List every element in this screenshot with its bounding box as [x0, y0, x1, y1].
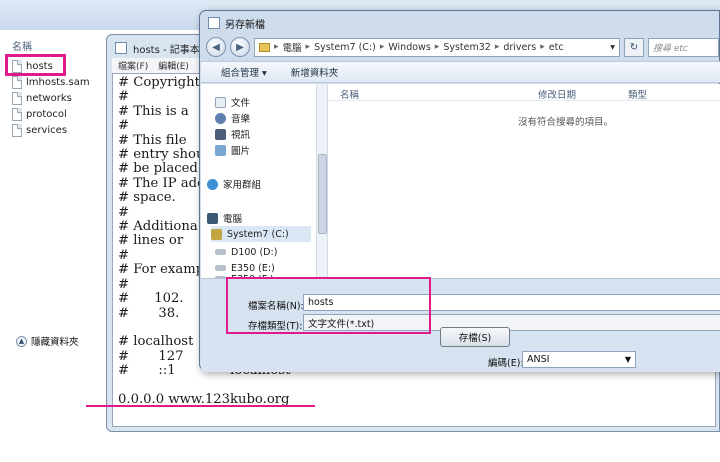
- file-icon: [12, 107, 22, 121]
- nav-item-computer[interactable]: 電腦: [207, 210, 242, 226]
- back-icon[interactable]: ◀: [206, 37, 226, 57]
- crumb-drivers[interactable]: drivers: [503, 42, 536, 53]
- nav-scrollbar[interactable]: [316, 84, 327, 278]
- nav-item-drive-e[interactable]: E350 (E:): [215, 260, 275, 276]
- nav-item-music[interactable]: 音樂: [215, 110, 250, 126]
- file-icon: [12, 91, 22, 105]
- notepad-line: [118, 379, 710, 393]
- refresh-icon[interactable]: ↻: [624, 37, 644, 57]
- nav-item-videos[interactable]: 視訊: [215, 126, 250, 142]
- save-button[interactable]: 存檔(S): [440, 327, 510, 347]
- crumb-system32[interactable]: System32: [443, 42, 491, 53]
- menu-edit[interactable]: 編輯(E): [158, 59, 189, 72]
- new-folder-button[interactable]: 新增資料夾: [291, 65, 339, 79]
- encoding-value: ANSI: [527, 354, 550, 365]
- nav-item-drive-d[interactable]: D100 (D:): [215, 244, 277, 260]
- encoding-label: 編碼(E):: [488, 358, 524, 369]
- drive-icon: [215, 265, 226, 271]
- address-bar[interactable]: ▸ 電腦 ▸ System7 (C:) ▸ Windows ▸ System32…: [254, 37, 620, 57]
- file-icon: [12, 123, 22, 137]
- file-list-pane: 名稱 修改日期 類型 沒有符合搜尋的項目。: [328, 84, 720, 278]
- file-item-services[interactable]: services: [12, 122, 67, 138]
- chevron-down-icon: ▼: [624, 355, 631, 364]
- empty-message: 沒有符合搜尋的項目。: [518, 117, 614, 128]
- hide-folders-label: 隱藏資料夾: [31, 337, 79, 348]
- video-icon: [215, 128, 226, 140]
- search-input[interactable]: 搜尋 etc: [648, 37, 719, 57]
- document-icon: [215, 96, 226, 108]
- nav-item-pictures[interactable]: 圖片: [215, 142, 250, 158]
- file-icon: [12, 75, 22, 89]
- fields-highlight-box: [226, 277, 431, 334]
- crumb-computer[interactable]: 電腦: [283, 40, 302, 54]
- notepad-title: hosts - 記事本: [133, 44, 200, 56]
- hosts-highlight-box: [5, 54, 66, 76]
- crumb-drive[interactable]: System7 (C:): [314, 42, 376, 53]
- drive-icon: [215, 249, 226, 255]
- picture-icon: [215, 144, 226, 156]
- address-dropdown-icon[interactable]: ▾: [610, 42, 615, 53]
- organize-button[interactable]: 組合管理 ▾: [221, 65, 267, 79]
- crumb-etc[interactable]: etc: [549, 42, 564, 53]
- navigation-row: ◀ ▶ ▸ 電腦 ▸ System7 (C:) ▸ Windows ▸ Syst…: [206, 35, 720, 59]
- encoding-select[interactable]: ANSI ▼: [522, 351, 636, 368]
- notepad-titlebar: hosts - 記事本: [115, 40, 200, 56]
- column-modified[interactable]: 修改日期: [538, 87, 576, 101]
- file-item-networks[interactable]: networks: [12, 90, 72, 106]
- annotation-underline: [86, 405, 315, 407]
- homegroup-icon: [207, 178, 218, 190]
- windows-drive-icon: [211, 228, 222, 240]
- folder-icon: [259, 42, 270, 52]
- chevron-up-icon: ▲: [16, 335, 27, 347]
- file-item-protocol[interactable]: protocol: [12, 106, 67, 122]
- computer-icon: [207, 212, 218, 224]
- column-header-name[interactable]: 名稱: [12, 38, 32, 53]
- crumb-windows[interactable]: Windows: [388, 42, 430, 53]
- column-name[interactable]: 名稱: [340, 87, 359, 101]
- nav-item-homegroup[interactable]: 家用群組: [207, 176, 261, 192]
- dialog-toolbar: 組合管理 ▾ 新增資料夾: [201, 61, 720, 83]
- column-type[interactable]: 類型: [628, 87, 647, 101]
- navigation-pane: 文件 音樂 視訊 圖片 家用群組 電腦 System7 (C:) D100 (D…: [201, 84, 327, 283]
- nav-item-drive-c[interactable]: System7 (C:): [211, 226, 311, 242]
- forward-icon[interactable]: ▶: [230, 37, 250, 57]
- menu-file[interactable]: 檔案(F): [118, 59, 148, 72]
- nav-item-documents[interactable]: 文件: [215, 94, 250, 110]
- file-list-headers: 名稱 修改日期 類型: [328, 84, 720, 101]
- dialog-titlebar: 另存新檔: [208, 15, 265, 31]
- nav-scroll-thumb[interactable]: [318, 154, 327, 234]
- notepad-icon: [115, 42, 127, 54]
- music-icon: [215, 112, 226, 124]
- dialog-icon: [208, 17, 220, 29]
- hide-folders-toggle[interactable]: ▲ 隱藏資料夾: [16, 334, 79, 348]
- file-item-lmhosts[interactable]: lmhosts.sam: [12, 74, 90, 90]
- dialog-title: 另存新檔: [225, 19, 265, 31]
